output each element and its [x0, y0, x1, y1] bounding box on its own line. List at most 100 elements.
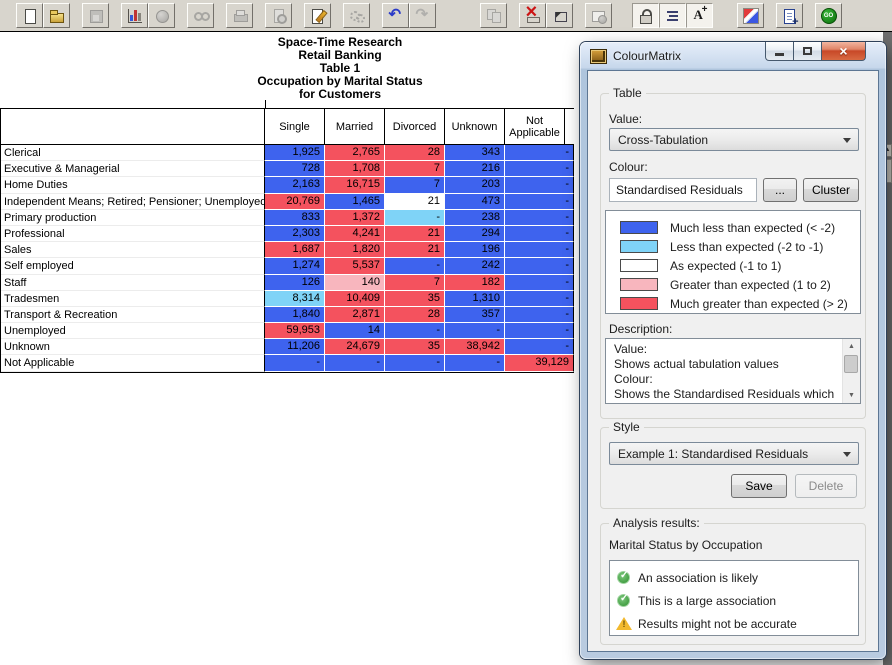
- cell-not-applicable[interactable]: 39,129: [505, 355, 574, 371]
- cell-married[interactable]: -: [325, 355, 385, 371]
- transpose-button[interactable]: [546, 3, 573, 28]
- delete-table-button[interactable]: [519, 3, 546, 28]
- cell-single[interactable]: 1,840: [265, 307, 325, 323]
- cell-not-applicable[interactable]: -: [505, 339, 574, 355]
- cell-divorced[interactable]: -: [385, 355, 445, 371]
- tools-button[interactable]: [343, 3, 370, 28]
- cell-not-applicable[interactable]: -: [505, 210, 574, 226]
- undo-button[interactable]: [382, 3, 409, 28]
- cell-single[interactable]: 20,769: [265, 194, 325, 210]
- cell-unknown[interactable]: 196: [445, 242, 505, 258]
- cell-unknown[interactable]: -: [445, 355, 505, 371]
- cell-divorced[interactable]: 28: [385, 307, 445, 323]
- description-box[interactable]: Value:Shows actual tabulation valuesColo…: [605, 338, 861, 404]
- cell-single[interactable]: 1,687: [265, 242, 325, 258]
- cell-single[interactable]: -: [265, 355, 325, 371]
- cell-unknown[interactable]: 294: [445, 226, 505, 242]
- cell-unknown[interactable]: 216: [445, 161, 505, 177]
- cell-unknown[interactable]: 238: [445, 210, 505, 226]
- cell-divorced[interactable]: -: [385, 210, 445, 226]
- cell-married[interactable]: 2,765: [325, 145, 385, 161]
- cell-single[interactable]: 728: [265, 161, 325, 177]
- add-report-button[interactable]: [776, 3, 803, 28]
- cell-divorced[interactable]: 28: [385, 145, 445, 161]
- cell-married[interactable]: 10,409: [325, 291, 385, 307]
- cell-married[interactable]: 4,241: [325, 226, 385, 242]
- cell-married[interactable]: 140: [325, 275, 385, 291]
- cell-unknown[interactable]: 357: [445, 307, 505, 323]
- description-scrollbar[interactable]: ▲ ▼: [842, 339, 860, 403]
- colour-input[interactable]: [609, 178, 757, 202]
- print-button[interactable]: [226, 3, 253, 28]
- go-button[interactable]: [815, 3, 842, 28]
- open-button[interactable]: [43, 3, 70, 28]
- cell-married[interactable]: 1,708: [325, 161, 385, 177]
- cell-single[interactable]: 8,314: [265, 291, 325, 307]
- cell-divorced[interactable]: 7: [385, 275, 445, 291]
- cell-divorced[interactable]: -: [385, 258, 445, 274]
- cell-married[interactable]: 1,372: [325, 210, 385, 226]
- cell-single[interactable]: 2,303: [265, 226, 325, 242]
- row-label[interactable]: Transport & Recreation: [1, 307, 265, 323]
- column-header[interactable]: Not Applicable: [505, 109, 565, 144]
- row-label[interactable]: Unemployed: [1, 323, 265, 339]
- row-label[interactable]: Not Applicable: [1, 355, 265, 371]
- cell-married[interactable]: 16,715: [325, 177, 385, 193]
- row-label[interactable]: Primary production: [1, 210, 265, 226]
- print-preview-button[interactable]: [265, 3, 292, 28]
- map-button[interactable]: [148, 3, 175, 28]
- cell-unknown[interactable]: 1,310: [445, 291, 505, 307]
- cell-married[interactable]: 14: [325, 323, 385, 339]
- row-label[interactable]: Unknown: [1, 339, 265, 355]
- row-label[interactable]: Home Duties: [1, 177, 265, 193]
- scroll-down-arrow-icon[interactable]: ▼: [843, 388, 860, 403]
- maximize-button[interactable]: [794, 42, 821, 61]
- cell-divorced[interactable]: -: [385, 323, 445, 339]
- row-label[interactable]: Professional: [1, 226, 265, 242]
- cell-not-applicable[interactable]: -: [505, 275, 574, 291]
- cell-not-applicable[interactable]: -: [505, 194, 574, 210]
- row-label[interactable]: Sales: [1, 242, 265, 258]
- cell-divorced[interactable]: 35: [385, 291, 445, 307]
- cell-unknown[interactable]: 182: [445, 275, 505, 291]
- row-label[interactable]: Tradesmen: [1, 291, 265, 307]
- font-size-button[interactable]: [686, 3, 713, 28]
- cell-single[interactable]: 11,206: [265, 339, 325, 355]
- cell-divorced[interactable]: 7: [385, 161, 445, 177]
- row-label[interactable]: Clerical: [1, 145, 265, 161]
- colourmatrix-button[interactable]: [737, 3, 764, 28]
- row-label[interactable]: Staff: [1, 275, 265, 291]
- cell-single[interactable]: 1,274: [265, 258, 325, 274]
- cell-single[interactable]: 59,953: [265, 323, 325, 339]
- cell-married[interactable]: 5,537: [325, 258, 385, 274]
- cluster-button[interactable]: Cluster: [803, 178, 859, 202]
- cell-single[interactable]: 833: [265, 210, 325, 226]
- save-button[interactable]: [82, 3, 109, 28]
- cell-single[interactable]: 1,925: [265, 145, 325, 161]
- style-combobox[interactable]: Example 1: Standardised Residuals: [609, 442, 859, 465]
- cell-not-applicable[interactable]: -: [505, 323, 574, 339]
- column-header[interactable]: Unknown: [445, 109, 505, 144]
- browse-button[interactable]: ...: [763, 178, 797, 202]
- edit-button[interactable]: [304, 3, 331, 28]
- cell-single[interactable]: 2,163: [265, 177, 325, 193]
- copy-button[interactable]: [480, 3, 507, 28]
- cell-unknown[interactable]: 473: [445, 194, 505, 210]
- cell-divorced[interactable]: 35: [385, 339, 445, 355]
- new-button[interactable]: [16, 3, 43, 28]
- cell-married[interactable]: 1,820: [325, 242, 385, 258]
- row-label[interactable]: Independent Means; Retired; Pensioner; U…: [1, 194, 265, 210]
- minimize-button[interactable]: [765, 42, 794, 61]
- cell-not-applicable[interactable]: -: [505, 242, 574, 258]
- cell-not-applicable[interactable]: -: [505, 291, 574, 307]
- close-button[interactable]: ×: [821, 42, 866, 61]
- redo-button[interactable]: [409, 3, 436, 28]
- cell-not-applicable[interactable]: -: [505, 307, 574, 323]
- scroll-up-arrow-icon[interactable]: ▲: [843, 339, 860, 354]
- cell-unknown[interactable]: -: [445, 323, 505, 339]
- scrollbar-thumb[interactable]: [844, 355, 858, 373]
- cell-unknown[interactable]: 203: [445, 177, 505, 193]
- cell-divorced[interactable]: 7: [385, 177, 445, 193]
- save-button[interactable]: Save: [731, 474, 787, 498]
- cell-single[interactable]: 126: [265, 275, 325, 291]
